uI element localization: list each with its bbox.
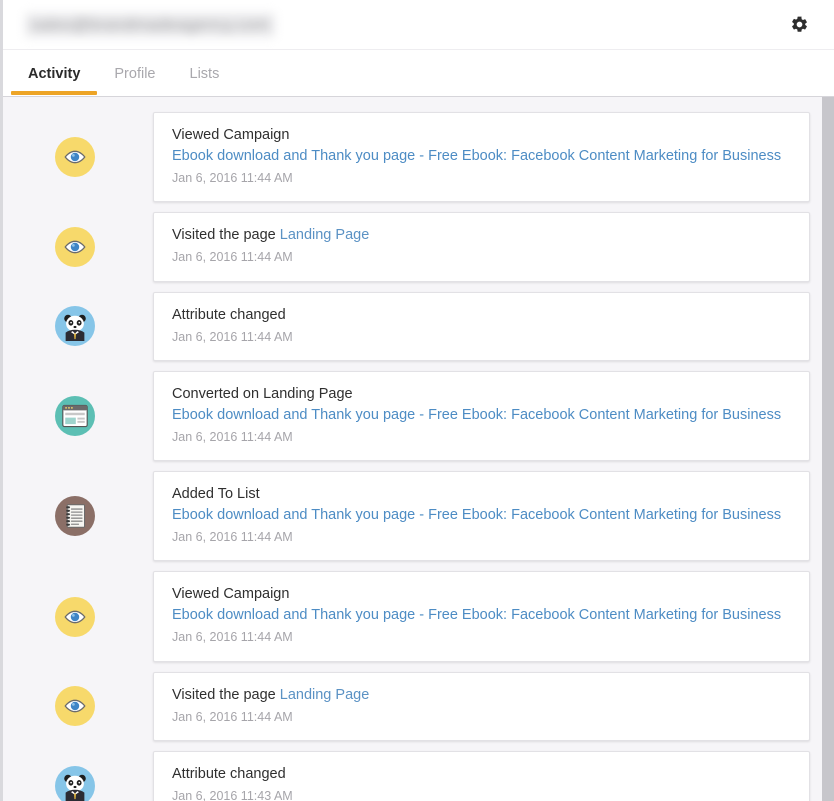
activity-card-wrap: Attribute changed Jan 6, 2016 11:44 AM	[153, 291, 834, 361]
activity-card[interactable]: Visited the page Landing Page Jan 6, 2016…	[153, 671, 810, 741]
activity-card[interactable]: Added To List Ebook download and Thank yo…	[153, 471, 810, 562]
activity-timestamp: Jan 6, 2016 11:44 AM	[172, 530, 293, 545]
panda-icon	[55, 306, 95, 347]
activity-timestamp: Jan 6, 2016 11:44 AM	[172, 429, 293, 444]
eye-icon	[55, 686, 95, 727]
activity-timestamp: Jan 6, 2016 11:44 AM	[172, 329, 293, 344]
activity-card-wrap: Visited the page Landing Page Jan 6, 2016…	[153, 212, 834, 282]
activity-title: Attribute changed	[172, 306, 286, 323]
activity-item: Attribute changed Jan 6, 2016 11:43 AM	[3, 750, 834, 801]
tab-activity-label: Activity	[28, 65, 81, 82]
tab-bar: Activity Profile Lists	[3, 50, 834, 95]
activity-title: Visited the page Landing Page	[172, 685, 795, 706]
tab-activity[interactable]: Activity	[11, 65, 98, 95]
activity-item: Added To List Ebook download and Thank yo…	[3, 471, 834, 562]
activity-card-wrap: Visited the page Landing Page Jan 6, 2016…	[153, 671, 834, 741]
panda-icon	[55, 765, 95, 801]
activity-title-text: Visited the page	[172, 686, 280, 703]
activity-title: Viewed Campaign	[172, 586, 290, 603]
header-top-bar: sales@brandmadeagency.com	[3, 0, 834, 50]
activity-card[interactable]: Attribute changed Jan 6, 2016 11:43 AM	[153, 750, 810, 801]
activity-title: Converted on Landing Page	[172, 385, 353, 402]
tab-lists[interactable]: Lists	[173, 65, 237, 96]
activity-item: Visited the page Landing Page Jan 6, 2016…	[3, 212, 834, 282]
contact-email: sales@brandmadeagency.com	[25, 12, 276, 37]
activity-link[interactable]: Ebook download and Thank you page - Free…	[172, 146, 795, 167]
activity-card[interactable]: Attribute changed Jan 6, 2016 11:44 AM	[153, 291, 810, 361]
activity-card[interactable]: Viewed Campaign Ebook download and Thank …	[153, 112, 810, 203]
activity-title-link[interactable]: Landing Page	[280, 687, 370, 703]
activity-item: Converted on Landing Page Ebook download …	[3, 370, 834, 462]
scrollbar-gutter	[812, 97, 822, 801]
activity-item: Viewed Campaign Ebook download and Thank …	[3, 571, 834, 662]
activity-item: Attribute changed Jan 6, 2016 11:44 AM	[3, 291, 834, 361]
activity-item: Viewed Campaign Ebook download and Thank …	[3, 112, 834, 203]
activity-title: Viewed Campaign	[172, 127, 290, 143]
activity-timestamp: Jan 6, 2016 11:43 AM	[172, 788, 293, 801]
activity-link[interactable]: Ebook download and Thank you page - Free…	[172, 605, 795, 626]
settings-button[interactable]	[786, 12, 812, 38]
scrollbar-thumb[interactable]	[822, 97, 834, 307]
panel-header: sales@brandmadeagency.com Activity Profi…	[3, 0, 834, 97]
activity-title: Attribute changed	[172, 765, 286, 782]
tab-active-underline	[11, 91, 98, 95]
activity-title-link[interactable]: Landing Page	[280, 227, 370, 243]
activity-timestamp: Jan 6, 2016 11:44 AM	[172, 250, 293, 265]
eye-icon	[55, 596, 95, 637]
activity-card[interactable]: Viewed Campaign Ebook download and Thank …	[153, 571, 810, 662]
activity-card-wrap: Viewed Campaign Ebook download and Thank …	[153, 571, 834, 662]
tab-profile-label: Profile	[114, 65, 156, 82]
activity-timestamp: Jan 6, 2016 11:44 AM	[172, 709, 293, 724]
activity-link[interactable]: Ebook download and Thank you page - Free…	[172, 405, 795, 426]
eye-icon	[55, 137, 95, 178]
activity-card-wrap: Attribute changed Jan 6, 2016 11:43 AM	[153, 750, 834, 801]
activity-card-wrap: Added To List Ebook download and Thank yo…	[153, 471, 834, 562]
activity-timestamp: Jan 6, 2016 11:44 AM	[172, 171, 293, 186]
gear-icon	[790, 15, 809, 34]
scrollbar-track[interactable]	[822, 97, 834, 801]
activity-link[interactable]: Ebook download and Thank you page - Free…	[172, 505, 795, 526]
activity-title-text: Visited the page	[172, 227, 280, 244]
activity-card[interactable]: Visited the page Landing Page Jan 6, 2016…	[153, 212, 810, 282]
tab-profile[interactable]: Profile	[97, 65, 172, 96]
activity-feed[interactable]: Viewed Campaign Ebook download and Thank …	[3, 97, 834, 801]
activity-item: Visited the page Landing Page Jan 6, 2016…	[3, 671, 834, 741]
eye-icon	[55, 226, 95, 267]
activity-timestamp: Jan 6, 2016 11:44 AM	[172, 630, 293, 645]
notepad-icon	[55, 496, 95, 537]
browser-window-icon	[55, 395, 95, 436]
activity-title: Added To List	[172, 486, 260, 503]
activity-card-wrap: Viewed Campaign Ebook download and Thank …	[153, 112, 834, 203]
activity-card-wrap: Converted on Landing Page Ebook download …	[153, 370, 834, 462]
tab-lists-label: Lists	[189, 65, 220, 82]
activity-title: Visited the page Landing Page	[172, 225, 795, 246]
contact-activity-panel: sales@brandmadeagency.com Activity Profi…	[0, 0, 834, 801]
activity-card[interactable]: Converted on Landing Page Ebook download …	[153, 370, 810, 462]
